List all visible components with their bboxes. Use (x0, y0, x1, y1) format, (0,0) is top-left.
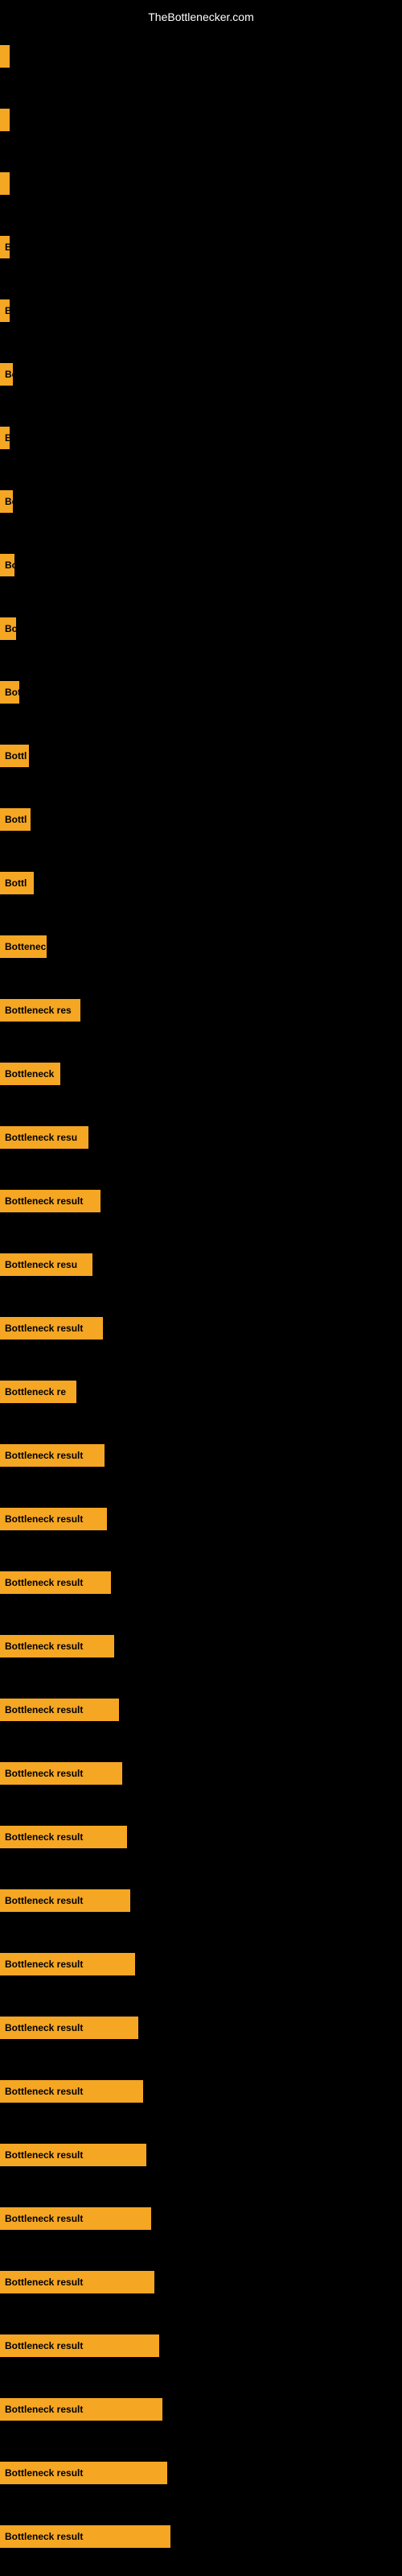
bar-label[interactable]: Bottleneck result (0, 2144, 146, 2166)
bar-row: Bo (0, 533, 402, 597)
bar-row: Bottl (0, 724, 402, 787)
bar-row: Bottleneck resu (0, 1105, 402, 1169)
bar-row: Bottl (0, 787, 402, 851)
bar-row: Bottleneck result (0, 1996, 402, 2059)
bar-label[interactable]: Bottleneck result (0, 1508, 107, 1530)
bar-label[interactable] (0, 172, 10, 195)
bar-row: Bottleneck result (0, 1296, 402, 1360)
bar-label[interactable]: Bottleneck result (0, 2525, 170, 2548)
bar-label[interactable]: Bottleneck result (0, 1826, 127, 1848)
bar-row: Bo (0, 469, 402, 533)
bar-row: Bottleneck result (0, 2504, 402, 2568)
bar-label[interactable] (0, 45, 10, 68)
bar-label[interactable]: Bottleneck (0, 1063, 60, 1085)
bar-label[interactable]: Bottleneck result (0, 1190, 100, 1212)
bar-label[interactable]: Bottleneck result (0, 2334, 159, 2357)
bar-label[interactable]: Bottenec (0, 935, 47, 958)
bar-row: B (0, 215, 402, 279)
bar-label[interactable]: B (0, 427, 10, 449)
bar-label[interactable]: Bottleneck result (0, 1889, 130, 1912)
bar-label[interactable]: Bottleneck resu (0, 1253, 92, 1276)
bar-label[interactable]: Bottleneck result (0, 2398, 162, 2421)
bar-label[interactable]: Bottleneck result (0, 2080, 143, 2103)
bar-label[interactable]: Bottl (0, 872, 34, 894)
bar-row: Bottleneck resu (0, 1232, 402, 1296)
bar-label[interactable]: Bottleneck result (0, 2462, 167, 2484)
bar-row: Bottleneck result (0, 2059, 402, 2123)
bar-row (0, 151, 402, 215)
bar-row: Bot (0, 660, 402, 724)
bar-label[interactable]: Bottleneck result (0, 2271, 154, 2293)
bar-row: Bottleneck result (0, 1805, 402, 1868)
bar-row: B (0, 406, 402, 469)
bar-label[interactable]: Bot (0, 681, 19, 704)
bar-row: Bottleneck result (0, 1932, 402, 1996)
bar-label[interactable]: Bo (0, 490, 13, 513)
bar-label[interactable]: Bottleneck result (0, 1762, 122, 1785)
bar-label[interactable]: B (0, 299, 10, 322)
bar-row (0, 88, 402, 151)
bar-label[interactable]: Bo (0, 617, 16, 640)
bar-row: Bottleneck res (0, 978, 402, 1042)
bar-row: Bottleneck result (0, 1678, 402, 1741)
bar-label[interactable]: Bottleneck re (0, 1381, 76, 1403)
bar-row: B (0, 279, 402, 342)
bar-row: Bo (0, 342, 402, 406)
bar-label[interactable]: B (0, 236, 10, 258)
bar-label[interactable]: Bo (0, 554, 14, 576)
bar-label[interactable]: Bottleneck result (0, 1635, 114, 1657)
bar-row: Bottleneck result (0, 1487, 402, 1550)
bars-container: B B Bo B Bo Bo Bo Bot Bottl Bottl Bottl Bottenec Bot… (0, 24, 402, 2568)
bar-row: Bottleneck re (0, 1360, 402, 1423)
bar-label[interactable]: Bottleneck result (0, 2017, 138, 2039)
bar-row (0, 24, 402, 88)
bar-label[interactable]: Bottleneck result (0, 1444, 105, 1467)
bar-label[interactable]: Bo (0, 363, 13, 386)
bar-row: Bottleneck result (0, 1169, 402, 1232)
bar-label[interactable]: Bottl (0, 745, 29, 767)
bar-label[interactable]: Bottleneck result (0, 1699, 119, 1721)
bar-row: Bottleneck result (0, 1550, 402, 1614)
bar-row: Bottleneck result (0, 2377, 402, 2441)
bar-label[interactable] (0, 109, 10, 131)
bar-row: Bottleneck (0, 1042, 402, 1105)
bar-row: Bottleneck result (0, 2123, 402, 2186)
bar-row: Bottleneck result (0, 2186, 402, 2250)
bar-row: Bottleneck result (0, 1423, 402, 1487)
bar-label[interactable]: Bottleneck res (0, 999, 80, 1022)
bar-label[interactable]: Bottleneck resu (0, 1126, 88, 1149)
bar-row: Bottleneck result (0, 2314, 402, 2377)
bar-label[interactable]: Bottleneck result (0, 1317, 103, 1340)
bar-row: Bottleneck result (0, 1614, 402, 1678)
bar-label[interactable]: Bottl (0, 808, 31, 831)
bar-row: Bottleneck result (0, 2441, 402, 2504)
bar-label[interactable]: Bottleneck result (0, 1953, 135, 1975)
bar-label[interactable]: Bottleneck result (0, 1571, 111, 1594)
bar-row: Bottleneck result (0, 1868, 402, 1932)
bar-row: Bottenec (0, 914, 402, 978)
bar-label[interactable]: Bottleneck result (0, 2207, 151, 2230)
bar-row: Bottl (0, 851, 402, 914)
bar-row: Bo (0, 597, 402, 660)
bar-row: Bottleneck result (0, 1741, 402, 1805)
bar-row: Bottleneck result (0, 2250, 402, 2314)
